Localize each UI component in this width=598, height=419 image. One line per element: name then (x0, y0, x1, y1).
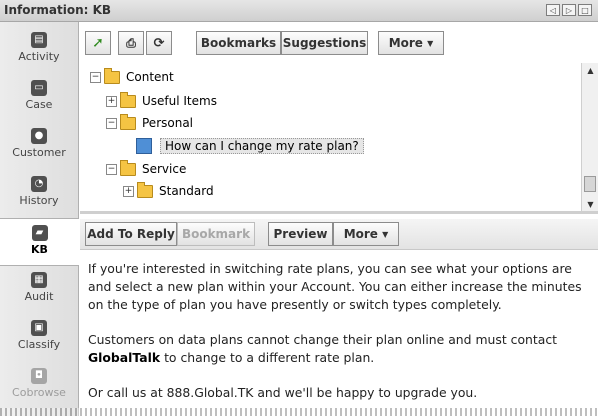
article-body: If you're interested in switching rate p… (88, 260, 590, 419)
sidebar-item-cobrowse: ◘ Cobrowse (0, 362, 78, 408)
window-controls: ◁ ▷ □ (546, 4, 592, 16)
audit-icon: ▦ (31, 272, 47, 288)
article-paragraph: Customers on data plans cannot change th… (88, 331, 590, 367)
tree-node-article[interactable]: How can I change my rate plan? (136, 136, 364, 156)
sidebar-item-label: Audit (24, 290, 54, 303)
kb-toolbar: ➚ ⎙ ⟳ Bookmarks Suggestions More ▼ (80, 31, 598, 59)
chevron-down-icon: ▼ (427, 38, 434, 48)
preview-button[interactable]: Preview (268, 222, 333, 246)
tree-node-useful-items[interactable]: + Useful Items (106, 91, 217, 111)
refresh-button[interactable]: ⟳ (146, 31, 172, 55)
more-menu-button[interactable]: More ▼ (378, 31, 444, 55)
tree-node-content[interactable]: − Content (90, 67, 174, 87)
sidebar-item-label: Activity (18, 50, 60, 63)
tree-node-service[interactable]: − Service (106, 159, 186, 179)
article-more-button[interactable]: More ▼ (333, 222, 399, 246)
sidebar-item-label: Customer (12, 146, 66, 159)
case-icon: ▭ (31, 80, 47, 96)
tree-scrollbar[interactable]: ▲ ▼ (581, 63, 598, 211)
person-icon: ● (31, 128, 47, 144)
tree-node-label: Service (142, 162, 187, 176)
chat-icon: ◘ (31, 368, 47, 384)
collapse-icon[interactable]: − (106, 163, 117, 175)
suggestions-button[interactable]: Suggestions (281, 31, 368, 55)
collapse-icon[interactable]: − (106, 117, 117, 129)
title-bar: Information: KB ◁ ▷ □ (0, 0, 598, 22)
sidebar-item-label: History (19, 194, 59, 207)
article-text: Customers on data plans cannot change th… (88, 332, 558, 347)
history-icon: ◔ (31, 176, 47, 192)
truncated-edge (0, 408, 598, 416)
restore-icon[interactable]: □ (578, 4, 592, 16)
add-to-reply-button[interactable]: Add To Reply (85, 222, 177, 246)
sidebar: ▤ Activity ▭ Case ● Customer ◔ History ▰… (0, 22, 79, 416)
scroll-thumb[interactable] (584, 176, 596, 192)
sidebar-item-customer[interactable]: ● Customer (0, 122, 78, 168)
kb-icon: ▰ (31, 225, 48, 241)
folder-icon (104, 67, 120, 84)
up-arrow-icon: ➚ (92, 35, 104, 51)
sidebar-item-audit[interactable]: ▦ Audit (0, 266, 78, 312)
tree-node-label: Content (126, 70, 174, 84)
expand-right-icon[interactable]: ▷ (562, 4, 576, 16)
tree-node-label: Personal (142, 116, 194, 130)
sidebar-item-history[interactable]: ◔ History (0, 170, 78, 216)
printer-icon: ⎙ (126, 35, 136, 50)
folder-icon (137, 181, 153, 198)
tree-node-label: Standard (159, 184, 214, 198)
brand-name: GlobalTalk (88, 350, 161, 365)
bookmarks-button[interactable]: Bookmarks (196, 31, 281, 55)
sidebar-item-activity[interactable]: ▤ Activity (0, 26, 78, 72)
more-label: More (343, 227, 378, 241)
sidebar-item-case[interactable]: ▭ Case (0, 74, 78, 120)
sidebar-item-kb[interactable]: ▰ KB (0, 218, 79, 266)
collapse-left-icon[interactable]: ◁ (546, 4, 560, 16)
print-button[interactable]: ⎙ (118, 31, 144, 55)
folder-icon (120, 113, 136, 130)
article-icon (136, 138, 152, 154)
article-toolbar: Add To Reply Bookmark Preview More ▼ (80, 219, 598, 250)
sidebar-item-label: Classify (17, 338, 61, 351)
collapse-icon[interactable]: − (90, 71, 101, 83)
scroll-up-icon[interactable]: ▲ (582, 63, 598, 77)
classify-icon: ▣ (31, 320, 47, 336)
go-up-button[interactable]: ➚ (85, 31, 111, 55)
sidebar-item-label: Case (25, 98, 53, 111)
folder-icon (120, 91, 136, 108)
clipboard-icon: ▤ (31, 32, 47, 48)
tree-node-label: How can I change my rate plan? (160, 138, 364, 154)
bookmark-button: Bookmark (177, 222, 255, 246)
tree-node-personal[interactable]: − Personal (106, 113, 193, 133)
article-paragraph: Or call us at 888.Global.TK and we'll be… (88, 385, 478, 400)
folder-icon (120, 159, 136, 176)
sidebar-item-classify[interactable]: ▣ Classify (0, 314, 78, 360)
expand-icon[interactable]: + (106, 95, 117, 107)
expand-icon[interactable]: + (123, 185, 134, 197)
window-title: Information: KB (4, 3, 112, 17)
tree-node-label: Useful Items (142, 94, 217, 108)
more-label: More (388, 36, 423, 50)
sidebar-item-label: KB (31, 243, 48, 256)
pane-splitter[interactable] (80, 211, 598, 214)
article-text: to change to a different rate plan. (160, 350, 375, 365)
refresh-icon: ⟳ (153, 35, 165, 51)
tree-node-standard[interactable]: + Standard (123, 181, 214, 201)
chevron-down-icon: ▼ (382, 229, 389, 239)
article-paragraph: If you're interested in switching rate p… (88, 261, 582, 312)
scroll-down-icon[interactable]: ▼ (582, 197, 598, 211)
sidebar-item-label: Cobrowse (12, 386, 66, 399)
kb-tree: − Content + Useful Items − Personal How … (80, 63, 580, 209)
